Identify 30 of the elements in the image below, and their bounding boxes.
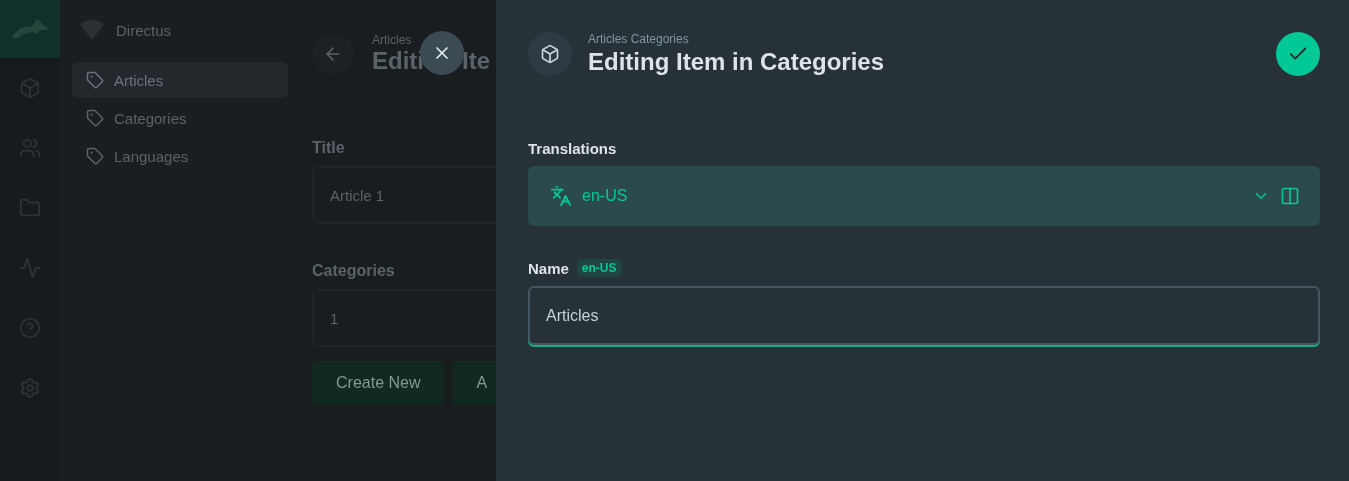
breadcrumb: Articles <box>372 33 413 47</box>
field-label: Name <box>528 259 569 277</box>
field-label: Translations <box>528 140 617 157</box>
page-title: Editi <box>372 47 424 75</box>
name-input[interactable]: Articles <box>528 286 1320 345</box>
translate-icon <box>550 185 572 207</box>
tag-icon <box>86 109 104 127</box>
users-icon[interactable] <box>19 137 41 159</box>
language-selector[interactable]: en-US <box>528 166 1320 226</box>
folder-icon[interactable] <box>19 197 41 219</box>
breadcrumb: Articles Categories <box>588 32 690 46</box>
action-button[interactable]: A <box>452 361 496 405</box>
cube-icon <box>528 32 572 76</box>
split-view-icon[interactable] <box>1280 186 1300 206</box>
cube-icon[interactable] <box>19 77 41 99</box>
help-icon[interactable] <box>19 317 41 339</box>
tag-icon <box>86 71 104 89</box>
settings-icon[interactable] <box>19 377 41 399</box>
collection-item[interactable]: Categories <box>72 100 288 136</box>
collection-item[interactable]: Articles <box>72 62 288 98</box>
language-badge: en-US <box>576 259 622 277</box>
collection-item[interactable]: Languages <box>72 138 288 174</box>
field-label: Title <box>312 139 346 157</box>
field-label: Categories <box>312 262 396 280</box>
save-button[interactable] <box>1276 32 1320 76</box>
drawer-title: Editing Item in Categories <box>588 48 885 76</box>
page-title: Ite <box>462 47 490 75</box>
action-button[interactable]: Create New <box>312 361 445 405</box>
tag-icon <box>86 147 104 165</box>
project-name: Directus <box>116 21 171 39</box>
